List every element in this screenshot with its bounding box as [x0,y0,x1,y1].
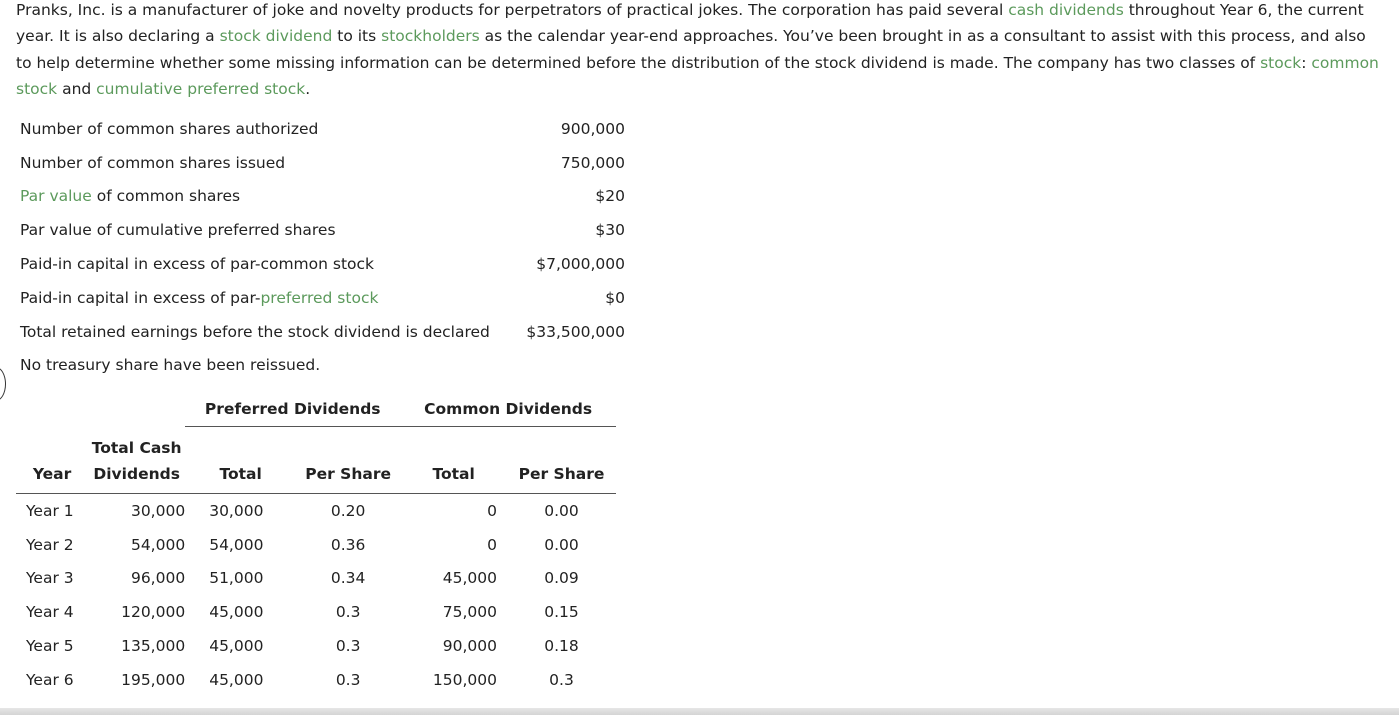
fact-value: 900,000 [560,119,625,138]
column-header-total-cash-line1: Total Cash [91,439,182,457]
cell-total-cash: 120,000 [121,603,186,622]
term-link-cash-dividends[interactable]: cash dividends [1008,1,1124,19]
intro-text: : [1301,53,1312,72]
term-link-stock-dividend[interactable]: stock dividend [220,27,333,45]
fact-label: Number of common shares authorized [20,119,319,138]
cell-common-total: 0 [487,535,497,554]
cell-year: Year 3 [26,569,74,588]
cell-year: Year 6 [26,670,74,689]
problem-page: Pranks, Inc. is a manufacturer of joke a… [0,0,1399,715]
cell-year: Year 1 [26,501,74,520]
cell-common-per-share: 0.00 [544,501,579,520]
cell-common-total: 0 [487,501,497,520]
dividend-history-table: Preferred Dividends Common Dividends Yea… [16,392,616,697]
cell-pref-total: 45,000 [209,637,264,656]
cell-pref-per-share: 0.3 [335,670,361,689]
bottom-divider [0,708,1399,715]
fact-row-apic-common: Paid-in capital in excess of par-common … [20,247,630,281]
term-link-preferred-stock[interactable]: preferred stock [260,289,378,307]
cell-common-per-share: 0.00 [544,535,579,554]
fact-label: Number of common shares issued [20,153,286,172]
dividend-rows: Year 1 30,000 30,000 0.20 0 0.00 Year 2 54,000 5… [16,494,616,697]
cell-year: Year 2 [26,535,74,554]
fact-value: $30 [595,221,625,240]
intro-text: and [57,79,97,98]
fact-label: Paid-in capital in excess of par-preferr… [20,281,520,315]
term-link-par-value[interactable]: Par value [20,187,92,205]
fact-label: Total retained earnings before the stock… [20,322,490,341]
table-row: Year 6 195,000 45,000 0.3 150,000 0.3 [16,663,616,697]
cell-common-per-share: 0.09 [544,569,579,588]
group-header-preferred: Preferred Dividends [185,392,401,427]
intro-text: Pranks, Inc. is a manufacturer of joke a… [16,1,1009,19]
fact-label: Paid-in capital in excess of par-common … [20,255,375,274]
table-row: Year 5 135,000 45,000 0.3 90,000 0.18 [16,629,616,663]
cell-pref-total: 30,000 [209,501,264,520]
cell-pref-per-share: 0.3 [335,637,361,656]
cell-total-cash: 195,000 [121,670,186,689]
cell-pref-per-share: 0.20 [330,501,366,520]
fact-row-retained-earnings: Total retained earnings before the stock… [20,315,630,349]
cell-total-cash: 54,000 [130,535,186,554]
cell-common-total: 45,000 [442,569,497,588]
fact-row-apic-preferred: Paid-in capital in excess of par-preferr… [20,281,630,315]
fact-row-par-preferred: Par value of cumulative preferred shares… [20,213,630,247]
fact-label-pre: Paid-in capital in excess of par- [20,288,261,307]
fact-note: No treasury share have been reissued. [20,356,321,375]
cell-common-per-share: 0.15 [544,603,579,622]
table-row: Year 2 54,000 54,000 0.36 0 0.00 [16,528,616,562]
column-header-common-per-share: Per Share [506,426,616,494]
fact-label: Par value of cumulative preferred shares [20,221,336,240]
term-link-cumulative-preferred-stock[interactable]: cumulative preferred stock [96,80,305,98]
intro-text: . [305,79,311,98]
fact-row-treasury-note: No treasury share have been reissued. [20,349,630,383]
fact-value: $33,500,000 [526,322,625,341]
intro-paragraph: Pranks, Inc. is a manufacturer of joke a… [16,0,1386,102]
term-link-stock[interactable]: stock [1260,54,1301,72]
term-link-stockholders[interactable]: stockholders [381,27,480,45]
fact-label: Par value of common shares [20,180,520,214]
cell-common-total: 75,000 [442,603,497,622]
cell-common-total: 90,000 [442,637,497,656]
cell-pref-total: 45,000 [209,670,264,689]
column-header-total-cash-line2: Dividends [93,465,180,483]
column-header-pref-total: Total [185,426,297,494]
fact-value: 750,000 [560,153,625,172]
intro-text: to its [332,27,382,46]
cell-total-cash: 96,000 [130,569,186,588]
cell-total-cash: 135,000 [121,637,186,656]
fact-row-shares-issued: Number of common shares issued 750,000 [20,146,630,180]
fact-label-rest: of common shares [91,187,241,206]
fact-value: $7,000,000 [536,255,625,274]
group-header-common: Common Dividends [400,392,616,427]
cell-pref-total: 51,000 [209,569,264,588]
fact-row-par-common: Par value of common shares $20 [20,180,630,214]
cell-pref-per-share: 0.34 [330,569,366,588]
table-row: Year 1 30,000 30,000 0.20 0 0.00 [16,494,616,528]
column-header-pref-per-share: Per Share [296,426,401,494]
side-panel-handle-icon[interactable] [0,367,6,401]
table-row: Year 3 96,000 51,000 0.34 45,000 0.09 [16,562,616,596]
fact-value: $0 [605,288,625,307]
table-group-header-row: Preferred Dividends Common Dividends [16,392,616,427]
column-header-total-cash: Total Cash Dividends [88,426,186,494]
cell-year: Year 4 [26,603,74,622]
fact-row-shares-authorized: Number of common shares authorized 900,0… [20,112,630,146]
cell-common-total: 150,000 [432,670,497,689]
cell-common-per-share: 0.3 [549,670,574,689]
column-header-year: Year [16,426,89,494]
fact-value: $20 [595,187,625,206]
company-facts-table: Number of common shares authorized 900,0… [20,112,630,382]
cell-pref-total: 45,000 [209,603,264,622]
cell-total-cash: 30,000 [130,501,186,520]
cell-pref-per-share: 0.36 [330,535,366,554]
table-row: Year 4 120,000 45,000 0.3 75,000 0.15 [16,595,616,629]
cell-year: Year 5 [26,637,74,656]
column-header-common-total: Total [400,426,507,494]
table-column-header-row: Year Total Cash Dividends Total Per Share… [16,426,616,494]
cell-pref-total: 54,000 [209,535,264,554]
cell-pref-per-share: 0.3 [335,603,361,622]
cell-common-per-share: 0.18 [544,637,579,656]
